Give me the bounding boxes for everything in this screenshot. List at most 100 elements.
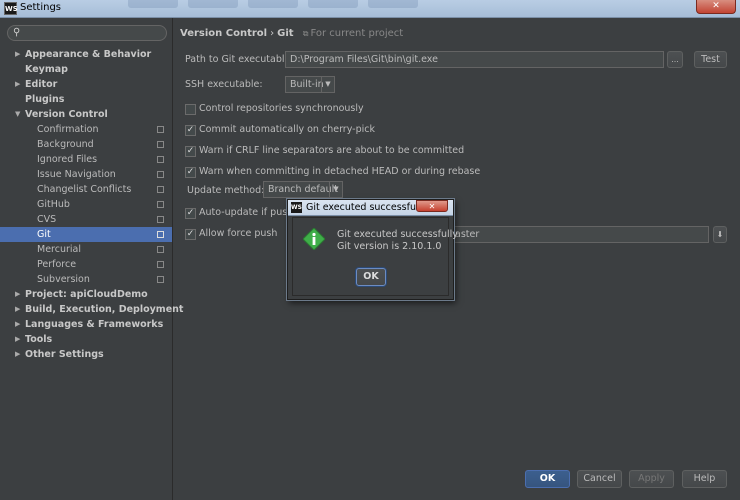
sidebar-item-subversion[interactable]: Subversion: [0, 272, 172, 287]
sidebar-item-project-apiclouddemo[interactable]: ▶ Project: apiCloudDemo: [0, 287, 172, 302]
option-label-4: Warn when committing in detached HEAD or…: [199, 166, 481, 177]
sidebar-item-editor[interactable]: ▶ Editor: [0, 77, 172, 92]
sidebar-item-label: Issue Navigation: [37, 169, 116, 180]
sidebar-item-label: Build, Execution, Deployment: [25, 304, 184, 315]
dialog-message-line2: Git version is 2.10.1.0: [337, 241, 442, 252]
project-scope-icon: [157, 186, 164, 193]
ok-button[interactable]: OK: [525, 470, 570, 488]
help-button[interactable]: Help: [682, 470, 727, 488]
settings-tree: ▶ Appearance & Behavior Keymap ▶ Editor Plugi…: [0, 47, 183, 362]
background-tab: [188, 0, 238, 8]
sidebar-item-label: Git: [37, 229, 51, 240]
sidebar-item-label: Other Settings: [25, 349, 104, 360]
webstorm-app-icon: WS: [4, 2, 18, 15]
sidebar-item-other-settings[interactable]: ▶ Other Settings: [0, 347, 172, 362]
sidebar-item-label: Background: [37, 139, 94, 150]
sidebar-item-languages-frameworks[interactable]: ▶ Languages & Frameworks: [0, 317, 172, 332]
sidebar-item-build-execution-deployment[interactable]: ▶ Build, Execution, Deployment: [0, 302, 183, 317]
browse-button[interactable]: ...: [667, 51, 683, 68]
sidebar-item-mercurial[interactable]: Mercurial: [0, 242, 172, 257]
breadcrumb-current: Git: [277, 28, 294, 39]
force-push-label: Allow force push: [199, 228, 278, 239]
ssh-executable-value: Built-in: [290, 79, 324, 90]
option-checkbox-1[interactable]: [185, 104, 196, 115]
sidebar-item-cvs[interactable]: CVS: [0, 212, 172, 227]
sidebar-item-version-control[interactable]: ▼ Version Control: [0, 107, 172, 122]
sidebar-item-plugins[interactable]: Plugins: [0, 92, 172, 107]
sidebar-item-label: Editor: [25, 79, 58, 90]
search-input[interactable]: [26, 27, 162, 39]
chevron-right-icon[interactable]: ▶: [15, 47, 20, 62]
background-tab: [368, 0, 418, 8]
chevron-right-icon[interactable]: ▶: [15, 317, 20, 332]
update-method-select[interactable]: Branch default ▼: [263, 181, 343, 198]
protected-branches-field[interactable]: aster: [450, 226, 709, 243]
apply-button[interactable]: Apply: [629, 470, 674, 488]
sidebar-item-perforce[interactable]: Perforce: [0, 257, 172, 272]
sidebar-item-keymap[interactable]: Keymap: [0, 62, 172, 77]
chevron-right-icon[interactable]: ▶: [15, 287, 20, 302]
cancel-button[interactable]: Cancel: [577, 470, 622, 488]
git-path-field[interactable]: D:\Program Files\Git\bin\git.exe: [285, 51, 664, 68]
chevron-right-icon[interactable]: ▶: [15, 77, 20, 92]
breadcrumb-parent: Version Control: [180, 28, 268, 39]
chevron-down-icon: ▼: [329, 182, 342, 197]
sidebar-item-label: Confirmation: [37, 124, 99, 135]
dialog-message-line1: Git executed successfully: [337, 229, 458, 240]
sidebar-item-label: Version Control: [25, 109, 108, 120]
chevron-right-icon[interactable]: ▶: [15, 347, 20, 362]
sidebar-item-label: GitHub: [37, 199, 70, 210]
sidebar-item-background[interactable]: Background: [0, 137, 172, 152]
breadcrumb-scope-label: For current project: [310, 28, 404, 39]
webstorm-app-icon: WS: [291, 202, 302, 213]
project-scope-icon: [157, 201, 164, 208]
force-push-checkbox[interactable]: ✓: [185, 229, 196, 240]
settings-search[interactable]: ⚲: [7, 25, 167, 41]
info-icon: [303, 228, 325, 250]
project-scope-icon: [157, 171, 164, 178]
option-checkbox-4[interactable]: ✓: [185, 167, 196, 178]
dialog-message: Git executed successfully Git version is…: [337, 229, 458, 253]
sidebar-item-git[interactable]: Git: [0, 227, 172, 242]
project-scope-icon: [157, 156, 164, 163]
option-checkbox-2[interactable]: ✓: [185, 125, 196, 136]
settings-sidebar: ⚲ ▶ Appearance & Behavior Keymap ▶ Editor Plu…: [0, 18, 183, 500]
sidebar-item-label: Appearance & Behavior: [25, 49, 152, 60]
chevron-down-icon[interactable]: ▼: [15, 107, 20, 122]
sidebar-item-label: Languages & Frameworks: [25, 319, 164, 330]
project-scope-icon: [157, 261, 164, 268]
sidebar-item-ignored-files[interactable]: Ignored Files: [0, 152, 172, 167]
project-scope-icon: [157, 276, 164, 283]
project-scope-icon: [157, 126, 164, 133]
sidebar-item-confirmation[interactable]: Confirmation: [0, 122, 172, 137]
auto-update-checkbox[interactable]: ✓: [185, 208, 196, 219]
sidebar-item-label: Tools: [25, 334, 53, 345]
git-success-dialog: WS Git executed successfully ✕ Git execu…: [287, 199, 458, 300]
sidebar-item-label: CVS: [37, 214, 57, 225]
dialog-close-button[interactable]: ✕: [416, 200, 448, 212]
window-titlebar: WS Settings ✕: [0, 0, 740, 18]
chevron-right-icon[interactable]: ▶: [15, 332, 20, 347]
dialog-footer: OK Cancel Apply Help: [174, 462, 740, 500]
option-label-3: Warn if CRLF line separators are about t…: [199, 145, 465, 156]
test-button[interactable]: Test: [694, 51, 727, 68]
sidebar-item-label: Mercurial: [37, 244, 81, 255]
ssh-executable-label: SSH executable:: [185, 79, 263, 90]
background-tab: [128, 0, 178, 8]
sidebar-item-label: Perforce: [37, 259, 77, 270]
ssh-executable-select[interactable]: Built-in ▼: [285, 76, 335, 93]
chevron-right-icon[interactable]: ▶: [15, 302, 20, 317]
window-close-button[interactable]: ✕: [696, 0, 736, 14]
sidebar-item-label: Ignored Files: [37, 154, 98, 165]
sidebar-item-appearance-behavior[interactable]: ▶ Appearance & Behavior: [0, 47, 172, 62]
breadcrumb-scope: ⧉ For current project: [303, 28, 403, 39]
option-checkbox-3[interactable]: ✓: [185, 146, 196, 157]
search-icon: ⚲: [13, 27, 21, 38]
sidebar-item-issue-navigation[interactable]: Issue Navigation: [0, 167, 172, 182]
dialog-ok-button[interactable]: OK: [356, 268, 386, 286]
expand-field-icon[interactable]: ⬇: [713, 226, 727, 243]
window-title: Settings: [20, 2, 62, 13]
sidebar-item-github[interactable]: GitHub: [0, 197, 172, 212]
sidebar-item-tools[interactable]: ▶ Tools: [0, 332, 172, 347]
sidebar-item-changelist-conflicts[interactable]: Changelist Conflicts: [0, 182, 172, 197]
